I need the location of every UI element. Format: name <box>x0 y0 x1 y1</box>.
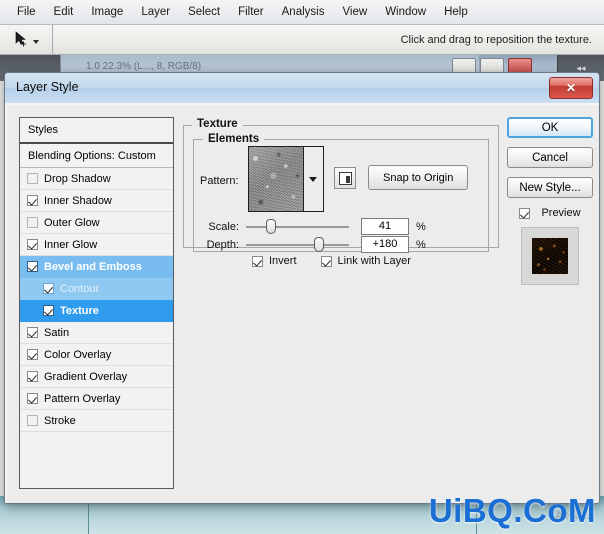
new-style-button[interactable]: New Style... <box>507 177 593 198</box>
chevron-down-icon <box>309 177 317 182</box>
options-bar: Click and drag to reposition the texture… <box>0 25 604 55</box>
effect-row-outer-glow[interactable]: Outer Glow <box>20 212 173 234</box>
dialog-button-column: OK Cancel New Style... Preview <box>507 117 593 489</box>
depth-value-input[interactable]: +180 <box>361 236 409 253</box>
cancel-button[interactable]: Cancel <box>507 147 593 168</box>
invert-checkbox-item[interactable]: Invert <box>252 255 297 267</box>
effect-label: Color Overlay <box>44 349 111 361</box>
depth-unit: % <box>416 239 426 251</box>
blending-options-row[interactable]: Blending Options: Custom <box>20 144 173 168</box>
pattern-dropdown-button[interactable] <box>303 147 323 211</box>
styles-panel-header[interactable]: Styles <box>20 118 173 144</box>
dialog-title-bar[interactable]: Layer Style ✕ <box>5 73 599 104</box>
checkbox-inner-shadow[interactable] <box>27 195 38 206</box>
menu-item-help[interactable]: Help <box>435 4 477 20</box>
preview-checkbox-item[interactable]: Preview <box>507 207 593 219</box>
effect-label: Inner Shadow <box>44 195 112 207</box>
effect-label: Texture <box>60 305 99 317</box>
effect-row-drop-shadow[interactable]: Drop Shadow <box>20 168 173 190</box>
active-tool-well[interactable] <box>0 25 53 55</box>
effect-label: Drop Shadow <box>44 173 111 185</box>
preview-label: Preview <box>541 207 580 219</box>
dialog-title: Layer Style <box>16 80 79 94</box>
tool-preset-chevron-down-icon[interactable] <box>33 40 39 44</box>
dialog-body: Styles Blending Options: Custom Drop Sha… <box>5 103 600 504</box>
menu-item-window[interactable]: Window <box>376 4 435 20</box>
menu-item-analysis[interactable]: Analysis <box>273 4 334 20</box>
effect-label: Stroke <box>44 415 76 427</box>
menu-item-image[interactable]: Image <box>82 4 132 20</box>
snap-to-origin-button[interactable]: Snap to Origin <box>368 165 468 190</box>
checkbox-bevel-and-emboss[interactable] <box>27 261 38 272</box>
pattern-label: Pattern: <box>200 175 239 187</box>
menu-item-select[interactable]: Select <box>179 4 229 20</box>
checkbox-pattern-overlay[interactable] <box>27 393 38 404</box>
checkbox-link-with-layer[interactable] <box>321 256 332 267</box>
options-bar-hint: Click and drag to reposition the texture… <box>401 34 592 46</box>
pattern-preview-swatch[interactable] <box>249 147 303 211</box>
checkbox-stroke[interactable] <box>27 415 38 426</box>
move-tool-icon <box>13 31 30 48</box>
menu-bar: File Edit Image Layer Select Filter Anal… <box>0 0 604 25</box>
style-preview-box <box>521 227 579 285</box>
texture-settings-panel: Texture Elements Pattern: <box>183 117 499 489</box>
effect-row-contour[interactable]: Contour <box>20 278 173 300</box>
depth-slider-track[interactable] <box>246 244 349 246</box>
effect-row-satin[interactable]: Satin <box>20 322 173 344</box>
checkbox-satin[interactable] <box>27 327 38 338</box>
style-preview-thumbnail <box>532 238 568 274</box>
menu-item-edit[interactable]: Edit <box>45 4 83 20</box>
layer-style-dialog: Layer Style ✕ Styles Blending Options: C… <box>4 72 600 504</box>
effect-label: Contour <box>60 283 99 295</box>
scale-slider-thumb[interactable] <box>266 219 276 234</box>
effect-row-bevel-and-emboss[interactable]: Bevel and Emboss <box>20 256 173 278</box>
effect-label: Gradient Overlay <box>44 371 127 383</box>
effect-row-stroke[interactable]: Stroke <box>20 410 173 432</box>
styles-list-panel: Styles Blending Options: Custom Drop Sha… <box>19 117 174 489</box>
checkbox-gradient-overlay[interactable] <box>27 371 38 382</box>
pattern-picker[interactable] <box>248 146 324 212</box>
effect-row-texture[interactable]: Texture <box>20 300 173 322</box>
checkbox-invert[interactable] <box>252 256 263 267</box>
invert-label: Invert <box>269 255 297 267</box>
checkbox-texture[interactable] <box>43 305 54 316</box>
scale-slider-track[interactable] <box>246 226 349 228</box>
checkbox-color-overlay[interactable] <box>27 349 38 360</box>
menu-item-layer[interactable]: Layer <box>132 4 179 20</box>
ok-button[interactable]: OK <box>507 117 593 138</box>
checkbox-outer-glow[interactable] <box>27 217 38 228</box>
link-with-layer-checkbox-item[interactable]: Link with Layer <box>321 255 411 267</box>
texture-toggles-row: Invert Link with Layer <box>194 252 490 270</box>
effect-label: Bevel and Emboss <box>44 261 142 273</box>
menu-item-filter[interactable]: Filter <box>229 4 273 20</box>
elements-group-box: Elements Pattern: Snap to Origin <box>193 139 489 252</box>
pattern-row: Pattern: Snap to Origin <box>194 140 490 218</box>
checkbox-inner-glow[interactable] <box>27 239 38 250</box>
depth-slider-thumb[interactable] <box>314 237 324 252</box>
effect-row-inner-shadow[interactable]: Inner Shadow <box>20 190 173 212</box>
effect-label: Outer Glow <box>44 217 100 229</box>
checkbox-preview[interactable] <box>519 208 530 219</box>
scale-value-input[interactable]: 41 <box>361 218 409 235</box>
checkbox-drop-shadow[interactable] <box>27 173 38 184</box>
photoshop-application: File Edit Image Layer Select Filter Anal… <box>0 0 604 534</box>
link-with-layer-label: Link with Layer <box>338 255 411 267</box>
effect-label: Satin <box>44 327 69 339</box>
checkbox-contour[interactable] <box>43 283 54 294</box>
menu-item-view[interactable]: View <box>333 4 376 20</box>
effect-row-pattern-overlay[interactable]: Pattern Overlay <box>20 388 173 410</box>
new-pattern-button[interactable] <box>334 167 356 189</box>
new-pattern-icon <box>339 172 352 185</box>
depth-label: Depth: <box>194 239 246 251</box>
effect-label: Inner Glow <box>44 239 97 251</box>
effect-label: Pattern Overlay <box>44 393 120 405</box>
effect-row-gradient-overlay[interactable]: Gradient Overlay <box>20 366 173 388</box>
menu-item-file[interactable]: File <box>8 4 45 20</box>
effect-row-color-overlay[interactable]: Color Overlay <box>20 344 173 366</box>
scale-label: Scale: <box>194 221 246 233</box>
scale-unit: % <box>416 221 426 233</box>
texture-group-title: Texture <box>192 118 243 130</box>
effect-row-inner-glow[interactable]: Inner Glow <box>20 234 173 256</box>
close-icon[interactable]: ✕ <box>549 77 593 99</box>
